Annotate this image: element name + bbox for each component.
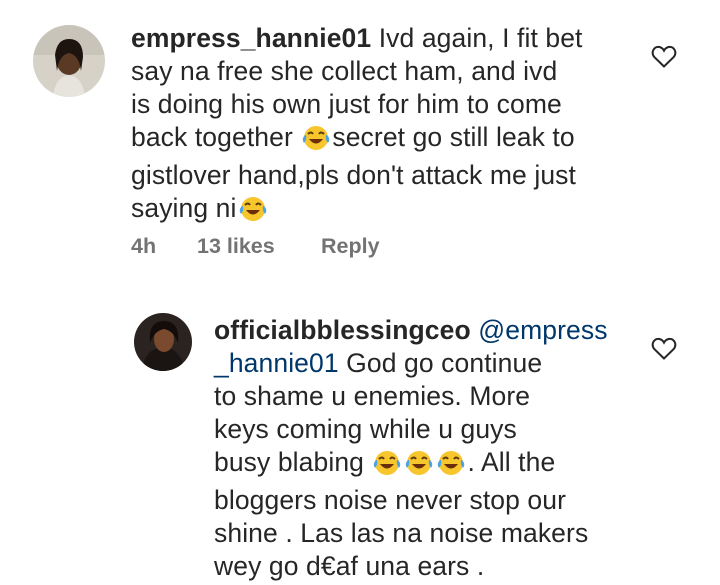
comment-body: officialbblessingceo @empress _hannie01 … — [214, 314, 624, 583]
face-with-tears-of-joy-icon — [372, 448, 402, 484]
comment-line: bloggers noise never stop our — [214, 485, 567, 515]
heart-outline-icon[interactable] — [651, 45, 677, 74]
comment-like-count[interactable]: 13 likes — [197, 234, 321, 259]
avatar[interactable] — [134, 313, 192, 371]
comment-time: 4h — [131, 234, 157, 258]
face-with-tears-of-joy-icon — [301, 123, 331, 159]
comment-line: busy blabing — [214, 447, 365, 477]
heart-outline-icon[interactable] — [651, 337, 677, 366]
comment-line: Ivd again, I fit bet — [378, 23, 583, 53]
avatar[interactable] — [33, 25, 105, 97]
comment-line: gistlover hand,pls don't attack me just — [131, 160, 576, 190]
comment-line: wey go d€af una ears . — [214, 551, 485, 581]
comment-line: to shame u enemies. More — [214, 381, 531, 411]
comment-line: secret go still leak to — [332, 122, 575, 152]
face-with-tears-of-joy-icon — [404, 448, 434, 484]
comment-username[interactable]: officialbblessingceo — [214, 315, 471, 345]
comment-username[interactable]: empress_hannie01 — [131, 23, 371, 53]
reply-button[interactable]: Reply — [321, 234, 380, 259]
comment-body: empress_hannie01 Ivd again, I fit bet sa… — [131, 22, 631, 230]
comment-line: say na free she collect ham, and ivd — [131, 56, 558, 86]
comment-line: back together — [131, 122, 293, 152]
comment-line: saying ni — [131, 193, 237, 223]
comment-line: is doing his own just for him to come — [131, 89, 562, 119]
mention-link[interactable]: _hannie01 — [214, 348, 339, 378]
mention-link[interactable]: @empress — [478, 315, 607, 345]
face-with-tears-of-joy-icon — [238, 194, 268, 230]
comment-line: shine . Las las na noise makers — [214, 518, 589, 548]
comment-line: keys coming while u guys — [214, 414, 517, 444]
face-with-tears-of-joy-icon — [436, 448, 466, 484]
comment-line: God go continue — [346, 348, 543, 378]
comment-meta: 4h 13 likes Reply — [131, 234, 380, 259]
comment-line: . All the — [467, 447, 556, 477]
